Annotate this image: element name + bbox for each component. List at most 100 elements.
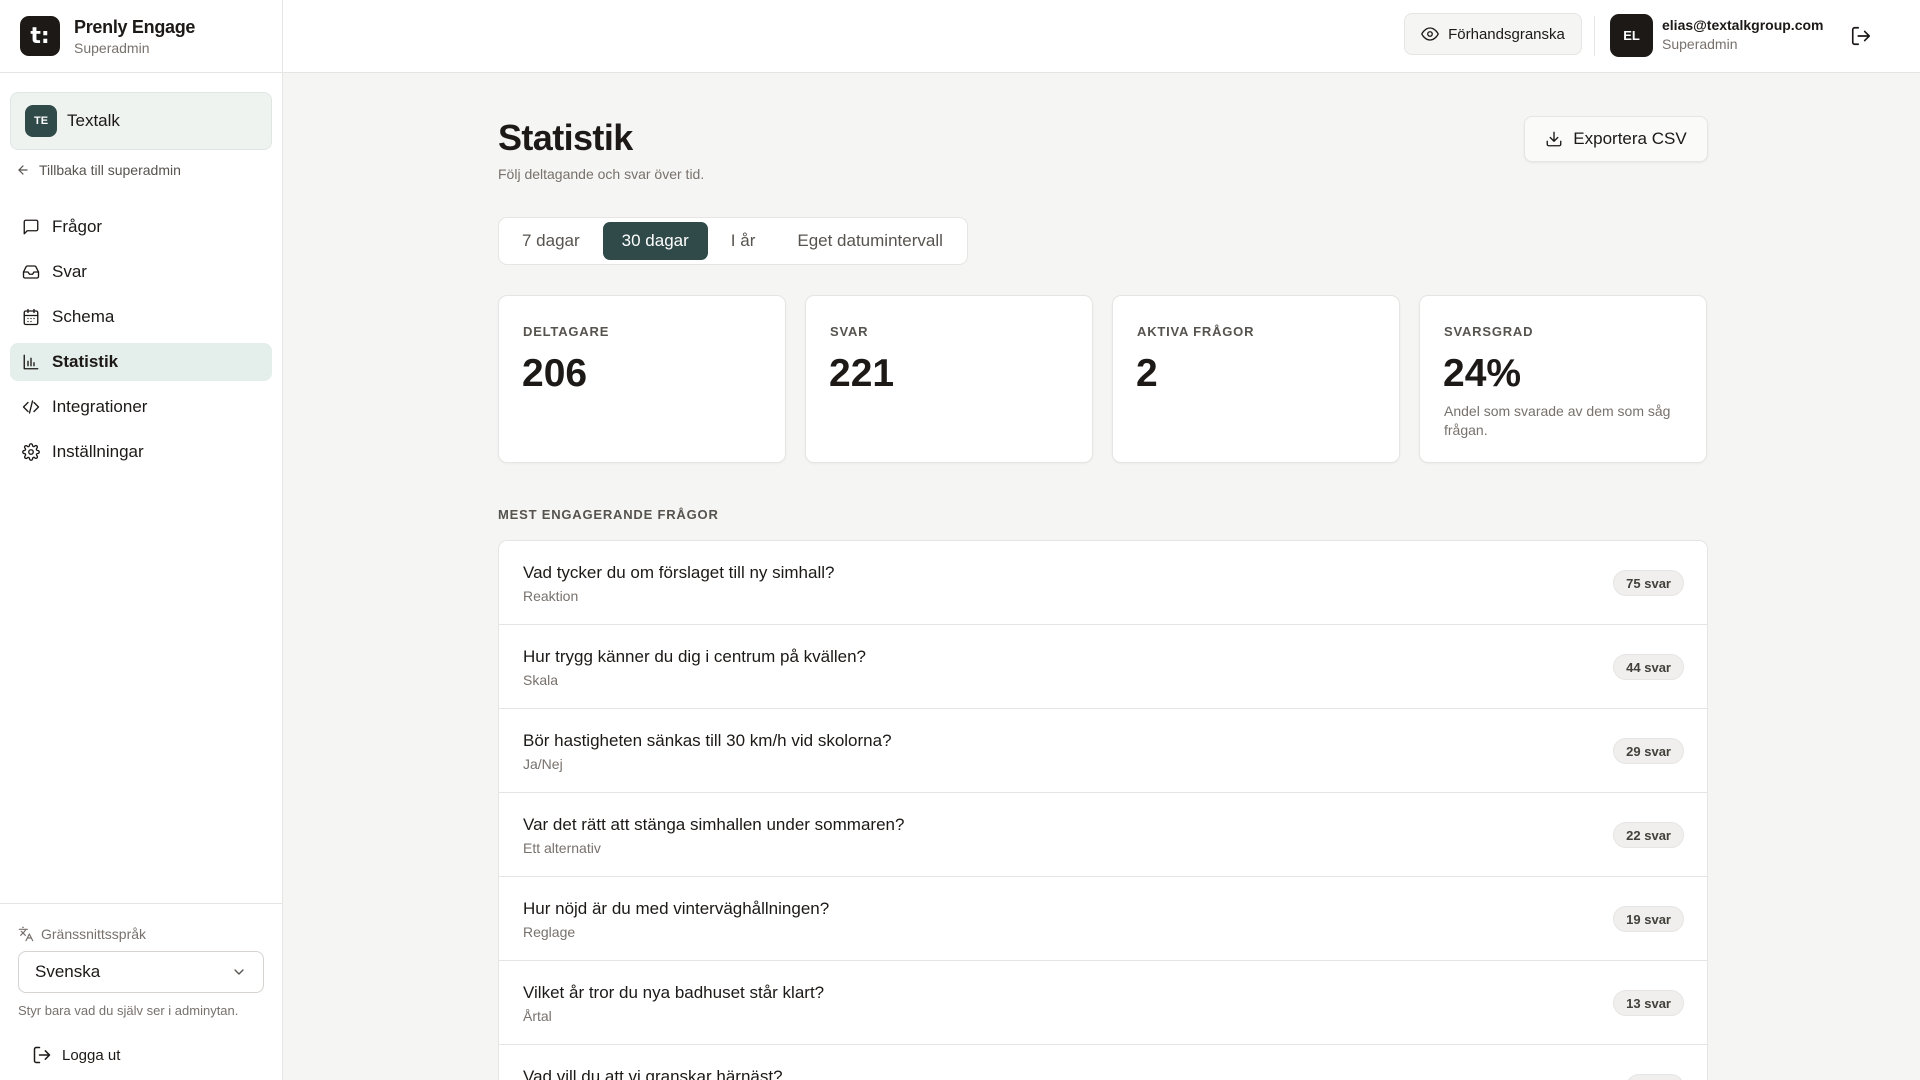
message-square-icon xyxy=(23,219,39,235)
question-title: Hur nöjd är du med vinterväghållningen? xyxy=(523,899,830,918)
eye-icon xyxy=(1421,27,1440,41)
stat-card-response-rate: SVARSGRAD 24% Andel som svarade av dem s… xyxy=(1419,295,1707,463)
stat-card-active-questions: AKTIVA FRÅGOR 2 xyxy=(1112,295,1400,463)
stat-value: 24% xyxy=(1443,352,1522,395)
question-type: Skala xyxy=(523,672,559,688)
back-link-label: Tillbaka till superadmin xyxy=(39,162,181,178)
stat-label: SVARSGRAD xyxy=(1444,324,1534,339)
user-avatar[interactable]: EL xyxy=(1610,14,1653,57)
chevron-down-icon xyxy=(234,969,244,975)
answer-count-badge: 19 svar xyxy=(1613,906,1684,932)
sidebar-item-label: Frågor xyxy=(52,217,103,236)
code-icon xyxy=(22,400,40,414)
stat-value: 2 xyxy=(1136,352,1158,395)
logout-button[interactable]: Logga ut xyxy=(32,1045,120,1065)
calendar-icon xyxy=(23,308,39,326)
org-avatar: TE xyxy=(25,105,57,137)
topbar-divider xyxy=(1594,16,1595,56)
sidebar-item-label: Schema xyxy=(52,307,115,326)
question-title: Vilket år tror du nya badhuset står klar… xyxy=(523,983,825,1002)
stat-description: Andel som svarade av dem som såg frågan. xyxy=(1444,403,1671,438)
org-switcher[interactable]: TE Textalk xyxy=(10,92,272,150)
translate-icon xyxy=(18,926,34,942)
user-role: Superadmin xyxy=(1662,36,1738,52)
answer-count-badge: 22 svar xyxy=(1613,822,1684,848)
question-title: Hur trygg känner du dig i centrum på kvä… xyxy=(523,647,867,666)
stat-label: DELTAGARE xyxy=(523,324,610,339)
language-hint: Styr bara vad du själv ser i adminytan. xyxy=(18,1003,239,1018)
download-icon xyxy=(1546,131,1562,147)
stat-card-answers: SVAR 221 xyxy=(805,295,1093,463)
question-row[interactable]: Vilket år tror du nya badhuset står klar… xyxy=(499,961,1707,1045)
question-title: Vad tycker du om förslaget till ny simha… xyxy=(523,563,835,582)
sidebar-item-statistik[interactable]: Statistik xyxy=(10,343,272,381)
logout-label: Logga ut xyxy=(62,1046,121,1064)
stat-value: 206 xyxy=(522,352,588,395)
question-title: Var det rätt att stänga simhallen under … xyxy=(523,815,905,834)
question-row[interactable]: Vad tycker du om förslaget till ny simha… xyxy=(499,541,1707,625)
language-label-text: Gränssnittsspråk xyxy=(41,926,147,942)
question-row[interactable]: Hur nöjd är du med vinterväghållningen? … xyxy=(499,877,1707,961)
question-title: Vad vill du att vi granskar härnäst? xyxy=(523,1067,783,1080)
period-custom-range[interactable]: Eget datumintervall xyxy=(778,222,962,260)
brand-header: t: Prenly Engage Superadmin xyxy=(0,0,282,73)
preview-button[interactable]: Förhandsgranska xyxy=(1404,13,1582,55)
sidebar-item-integrationer[interactable]: Integrationer xyxy=(10,388,272,426)
period-this-year[interactable]: I år xyxy=(712,222,775,260)
sidebar: t: Prenly Engage Superadmin TE Textalk T… xyxy=(0,0,283,1080)
sidebar-nav: Frågor Svar Schema Statistik Integration… xyxy=(10,208,272,478)
page-title: Statistik xyxy=(498,117,633,158)
period-7-days[interactable]: 7 dagar xyxy=(503,222,599,260)
export-csv-button[interactable]: Exportera CSV xyxy=(1524,116,1708,162)
inbox-icon xyxy=(22,265,40,279)
stat-label: AKTIVA FRÅGOR xyxy=(1137,324,1255,339)
export-csv-label: Exportera CSV xyxy=(1573,129,1687,148)
language-select[interactable]: Svenska xyxy=(18,951,264,993)
brand-name: Prenly Engage xyxy=(74,16,196,37)
period-selector: 7 dagar 30 dagar I år Eget datuminterval… xyxy=(498,217,968,265)
sidebar-item-label: Statistik xyxy=(52,352,119,371)
language-selected-value: Svenska xyxy=(35,962,101,981)
topbar: Förhandsgranska EL elias@textalkgroup.co… xyxy=(283,0,1920,73)
question-row[interactable]: Var det rätt att stänga simhallen under … xyxy=(499,793,1707,877)
sign-out-icon[interactable] xyxy=(1850,25,1872,47)
arrow-left-icon xyxy=(18,165,28,175)
answer-count-badge xyxy=(1626,1074,1684,1080)
bar-chart-icon xyxy=(23,354,39,370)
question-row[interactable]: Hur trygg känner du dig i centrum på kvä… xyxy=(499,625,1707,709)
sidebar-item-svar[interactable]: Svar xyxy=(10,253,272,291)
back-to-superadmin-link[interactable]: Tillbaka till superadmin xyxy=(16,160,181,180)
answer-count-badge: 44 svar xyxy=(1613,654,1684,680)
answer-count-badge: 75 svar xyxy=(1613,570,1684,596)
period-30-days[interactable]: 30 dagar xyxy=(602,222,708,260)
question-type: Ja/Nej xyxy=(523,756,563,772)
stat-card-participants: DELTAGARE 206 xyxy=(498,295,786,463)
question-row[interactable]: Vad vill du att vi granskar härnäst? xyxy=(499,1045,1707,1080)
answer-count-badge: 29 svar xyxy=(1613,738,1684,764)
gear-icon xyxy=(22,443,40,461)
log-out-icon xyxy=(33,1046,51,1064)
question-type: Årtal xyxy=(523,1008,552,1024)
sidebar-item-installningar[interactable]: Inställningar xyxy=(10,433,272,471)
user-email: elias@textalkgroup.com xyxy=(1662,17,1824,33)
question-title: Bör hastigheten sänkas till 30 km/h vid … xyxy=(523,731,892,750)
sidebar-item-schema[interactable]: Schema xyxy=(10,298,272,336)
question-row[interactable]: Bör hastigheten sänkas till 30 km/h vid … xyxy=(499,709,1707,793)
question-type: Ett alternativ xyxy=(523,840,601,856)
org-name: Textalk xyxy=(67,111,120,130)
preview-button-label: Förhandsgranska xyxy=(1448,25,1565,43)
language-label: Gränssnittsspråk xyxy=(18,926,146,942)
page-subtitle: Följ deltagande och svar över tid. xyxy=(498,166,705,182)
sidebar-item-label: Svar xyxy=(52,262,87,281)
section-title: MEST ENGAGERANDE FRÅGOR xyxy=(498,507,719,522)
question-type: Reaktion xyxy=(523,588,579,604)
top-questions-list: Vad tycker du om förslaget till ny simha… xyxy=(498,540,1708,1080)
stat-label: SVAR xyxy=(830,324,869,339)
sidebar-item-label: Integrationer xyxy=(52,397,148,416)
brand-logo: t: xyxy=(20,16,60,56)
sidebar-item-fragor[interactable]: Frågor xyxy=(10,208,272,246)
question-type: Reglage xyxy=(523,924,576,940)
answer-count-badge: 13 svar xyxy=(1613,990,1684,1016)
sidebar-item-label: Inställningar xyxy=(52,442,144,461)
brand-role: Superadmin xyxy=(74,39,150,56)
